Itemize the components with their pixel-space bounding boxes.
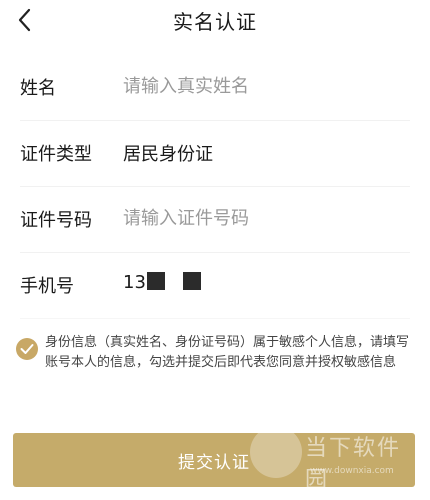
phone-row: 手机号 13 bbox=[20, 252, 410, 319]
name-label: 姓名 bbox=[20, 78, 56, 99]
id-type-row[interactable]: 证件类型 居民身份证 bbox=[20, 120, 410, 187]
redaction-block bbox=[182, 272, 201, 290]
consent-text: 身份信息（真实姓名、身份证号码）属于敏感个人信息，请填写账号本人的信息，勾选并提… bbox=[45, 335, 410, 370]
name-row: 姓名 bbox=[20, 54, 410, 121]
id-number-label: 证件号码 bbox=[20, 210, 92, 231]
check-icon bbox=[20, 344, 34, 354]
name-input[interactable] bbox=[123, 68, 403, 104]
id-number-input[interactable] bbox=[123, 200, 403, 236]
phone-label: 手机号 bbox=[20, 276, 74, 297]
page-title: 实名认证 bbox=[173, 10, 257, 34]
id-type-value[interactable]: 居民身份证 bbox=[123, 140, 213, 166]
phone-value[interactable]: 13 bbox=[123, 272, 201, 293]
consent-checkbox[interactable] bbox=[16, 338, 38, 360]
id-number-row: 证件号码 bbox=[20, 186, 410, 253]
top-bar: 实名认证 bbox=[0, 0, 430, 40]
id-type-label: 证件类型 bbox=[20, 144, 92, 165]
redaction-block bbox=[146, 272, 165, 290]
phone-prefix: 13 bbox=[123, 272, 146, 293]
submit-button[interactable]: 提交认证 bbox=[13, 433, 415, 487]
